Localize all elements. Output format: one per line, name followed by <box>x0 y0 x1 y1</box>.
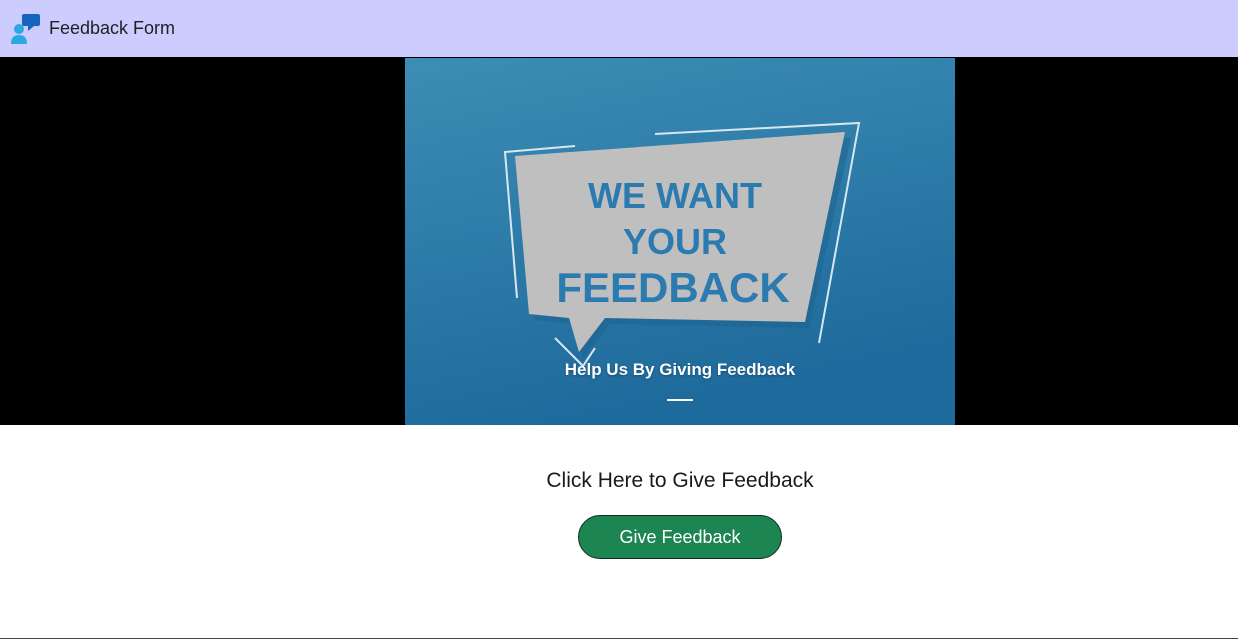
bottom-divider <box>0 638 1238 642</box>
banner-headline-line3: FEEDBACK <box>556 264 789 311</box>
app-header: Feedback Form <box>0 0 1238 57</box>
chat-user-icon <box>11 14 40 44</box>
feedback-banner-image: WE WANT YOUR FEEDBACK Help Us By Giving … <box>405 58 955 425</box>
banner-headline-line1: WE WANT <box>588 175 762 216</box>
banner-caption: Help Us By Giving Feedback <box>564 360 796 379</box>
give-feedback-button[interactable]: Give Feedback <box>578 515 782 559</box>
app-title: Feedback Form <box>49 18 176 38</box>
cta-heading: Click Here to Give Feedback <box>546 469 814 492</box>
caption-divider <box>667 399 693 401</box>
banner-headline-line2: YOUR <box>623 221 727 262</box>
hero-section: WE WANT YOUR FEEDBACK Help Us By Giving … <box>0 57 1238 425</box>
